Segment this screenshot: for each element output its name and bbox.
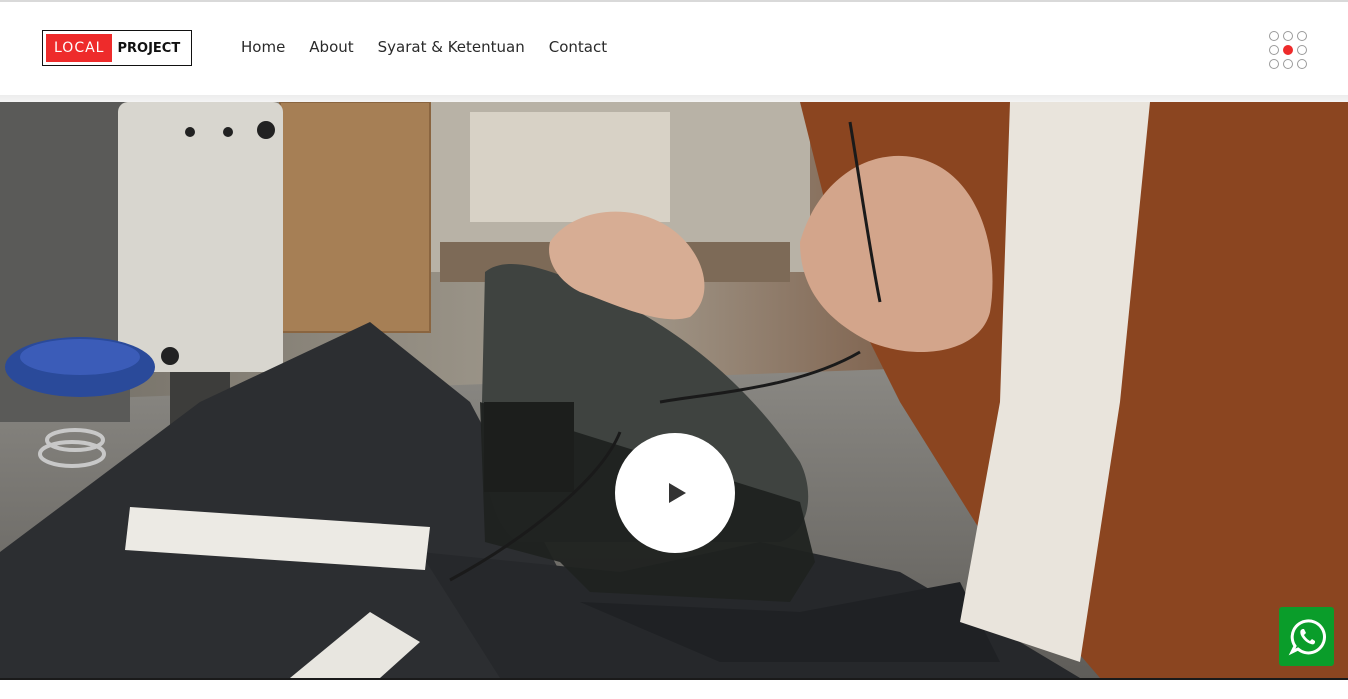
grid-dot: [1297, 59, 1307, 69]
grid-dot: [1297, 31, 1307, 41]
grid-dot: [1283, 59, 1293, 69]
bottom-bar: [0, 678, 1348, 699]
hero-image: [0, 102, 1348, 678]
grid-dot: [1297, 45, 1307, 55]
whatsapp-icon: [1288, 618, 1326, 655]
whatsapp-button[interactable]: [1279, 607, 1334, 666]
nav-link-terms[interactable]: Syarat & Ketentuan: [378, 38, 525, 56]
play-icon: [669, 483, 686, 503]
grid-dot: [1269, 59, 1279, 69]
dots-grid-icon[interactable]: [1269, 31, 1311, 69]
nav-link-about[interactable]: About: [309, 38, 353, 56]
main-nav: Home About Syarat & Ketentuan Contact: [241, 38, 607, 56]
site-header: LOCAL PROJECT Home About Syarat & Ketent…: [0, 2, 1348, 95]
grid-dot: [1269, 31, 1279, 41]
play-button[interactable]: [615, 433, 735, 553]
nav-link-home[interactable]: Home: [241, 38, 285, 56]
logo-project-text: PROJECT: [117, 40, 181, 56]
logo[interactable]: LOCAL PROJECT: [42, 30, 192, 66]
nav-link-contact[interactable]: Contact: [549, 38, 607, 56]
hero-video[interactable]: [0, 102, 1348, 678]
grid-dot: [1283, 31, 1293, 41]
logo-local-text: LOCAL: [46, 34, 113, 62]
grid-dot: [1269, 45, 1279, 55]
header-shadow: [0, 95, 1348, 102]
grid-dot-active: [1283, 45, 1293, 55]
